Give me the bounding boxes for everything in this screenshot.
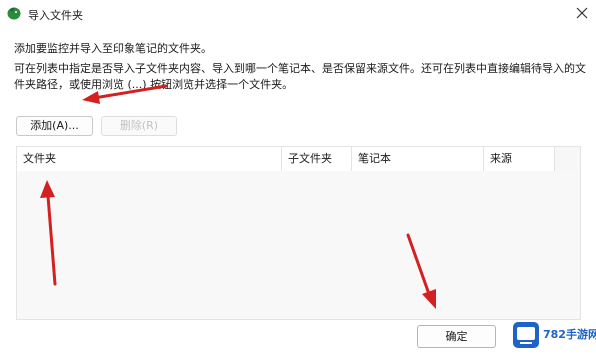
column-header-notebook[interactable]: 笔记本 [352, 147, 484, 171]
close-button[interactable] [571, 2, 593, 24]
column-header-subfolders[interactable]: 子文件夹 [282, 147, 352, 171]
column-header-source[interactable]: 来源 [484, 147, 555, 171]
table-header: 文件夹 子文件夹 笔记本 来源 [17, 147, 555, 171]
remove-button[interactable]: 删除(R) [101, 116, 177, 136]
watermark-text: 782手游网 [543, 328, 596, 341]
evernote-elephant-icon [7, 7, 21, 20]
annotation-arrow-add [80, 82, 170, 106]
ok-button[interactable]: 确定 [417, 325, 496, 348]
table-body[interactable] [17, 171, 580, 319]
watermark: 782手游网 [512, 320, 596, 357]
title-bar: 导入文件夹 [0, 0, 596, 30]
folder-table: 文件夹 子文件夹 笔记本 来源 [16, 146, 581, 320]
column-header-folder[interactable]: 文件夹 [17, 147, 282, 171]
watermark-logo [513, 322, 539, 348]
annotation-arrow-table [36, 178, 60, 288]
window-title: 导入文件夹 [28, 9, 83, 22]
close-icon [576, 7, 588, 19]
prompt-text: 添加要监控并导入至印象笔记的文件夹。 [14, 42, 212, 55]
annotation-arrow-ok [402, 232, 442, 312]
add-button[interactable]: 添加(A)... [16, 116, 93, 136]
